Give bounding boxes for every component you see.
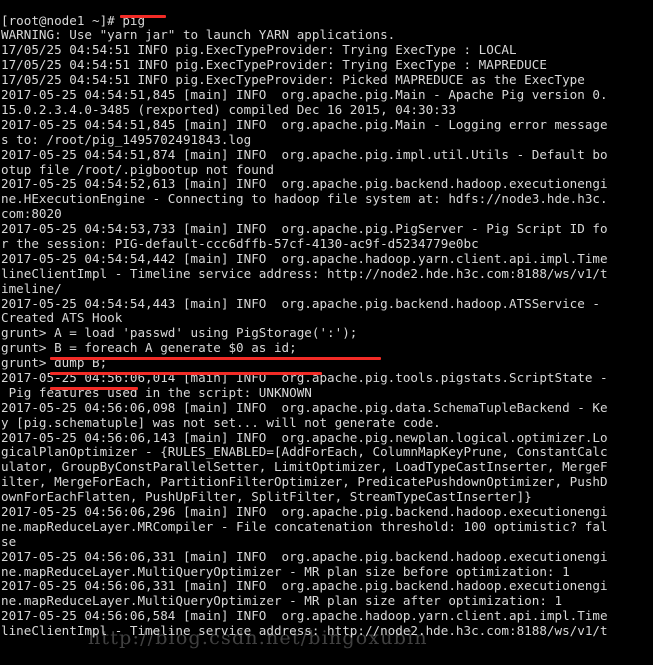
terminal-line: 2017-05-25 04:56:06,331 [main] INFO org.…	[1, 578, 608, 594]
terminal-line: 2017-05-25 04:56:06,098 [main] INFO org.…	[1, 399, 608, 415]
terminal-line: 17/05/25 04:54:51 INFO pig.ExecTypeProvi…	[1, 57, 547, 73]
terminal-line: grunt> A = load 'passwd' using PigStorag…	[1, 325, 358, 341]
terminal-line: ne.mapReduceLayer.MRCompiler - File conc…	[1, 518, 608, 534]
terminal-line: grunt> B = foreach A generate $0 as id;	[1, 340, 297, 356]
terminal-line: 2017-05-25 04:54:51,874 [main] INFO org.…	[1, 146, 608, 162]
terminal-line: 2017-05-25 04:54:54,443 [main] INFO org.…	[1, 295, 600, 311]
terminal-line: 2017-05-25 04:56:06,296 [main] INFO org.…	[1, 503, 608, 519]
terminal-line: grunt> dump B;	[1, 355, 108, 371]
terminal-line: Pig features used in the script: UNKNOWN	[1, 384, 312, 400]
terminal-line: 2017-05-25 04:56:06,331 [main] INFO org.…	[1, 548, 608, 564]
terminal-line: 2017-05-25 04:54:51,845 [main] INFO org.…	[1, 87, 608, 103]
terminal-line: lineClientImpl - Timeline service addres…	[1, 265, 608, 281]
terminal-line: ilter, MergeForEach, PartitionFilterOpti…	[1, 474, 608, 490]
terminal-window[interactable]: [root@node1 ~]# pig WARNING: Use "yarn ja…	[0, 0, 653, 665]
terminal-line: com:8020	[1, 206, 62, 222]
terminal-line: 2017-05-25 04:54:52,613 [main] INFO org.…	[1, 176, 608, 192]
terminal-line: gicalPlanOptimizer - {RULES_ENABLED=[Add…	[1, 444, 608, 460]
terminal-line: [root@node1 ~]# pig	[1, 12, 146, 28]
terminal-line: Created ATS Hook	[1, 310, 123, 326]
terminal-line: 2017-05-25 04:54:53,733 [main] INFO org.…	[1, 221, 608, 237]
terminal-line: 2017-05-25 04:56:06,143 [main] INFO org.…	[1, 429, 608, 445]
terminal-line: ne.mapReduceLayer.MultiQueryOptimizer - …	[1, 563, 570, 579]
terminal-line: 2017-05-25 04:56:06,014 [main] INFO org.…	[1, 369, 608, 385]
terminal-line: se	[1, 533, 17, 549]
terminal-line: 2017-05-25 04:56:06,584 [main] INFO org.…	[1, 608, 608, 624]
terminal-line: ulator, GroupByConstParallelSetter, Limi…	[1, 459, 608, 475]
terminal-line: s to: /root/pig_1495702491843.log	[1, 131, 252, 147]
terminal-line: WARNING: Use "yarn jar" to launch YARN a…	[1, 27, 396, 43]
terminal-line: 17/05/25 04:54:51 INFO pig.ExecTypeProvi…	[1, 72, 585, 88]
terminal-line: r the session: PIG-default-ccc6dffb-57cf…	[1, 235, 479, 251]
terminal-line: otup file /root/.pigbootup not found	[1, 161, 274, 177]
terminal-output[interactable]: [root@node1 ~]# pig WARNING: Use "yarn ja…	[0, 13, 653, 639]
terminal-line: ownForEachFlatten, PushUpFilter, SplitFi…	[1, 489, 532, 505]
terminal-line: y [pig.schematuple] was not set... will …	[1, 414, 441, 430]
terminal-line: 17/05/25 04:54:51 INFO pig.ExecTypeProvi…	[1, 42, 517, 58]
terminal-line: 2017-05-25 04:54:51,845 [main] INFO org.…	[1, 116, 608, 132]
terminal-line: ne.HExecutionEngine - Connecting to hado…	[1, 191, 608, 207]
terminal-line: imeline/	[1, 280, 62, 296]
terminal-line: 15.0.2.3.4.0-3485 (rexported) compiled D…	[1, 101, 456, 117]
terminal-line: 2017-05-25 04:54:54,442 [main] INFO org.…	[1, 250, 608, 266]
terminal-line: ne.mapReduceLayer.MultiQueryOptimizer - …	[1, 593, 563, 609]
terminal-line: lineClientImpl - Timeline service addres…	[1, 623, 608, 639]
